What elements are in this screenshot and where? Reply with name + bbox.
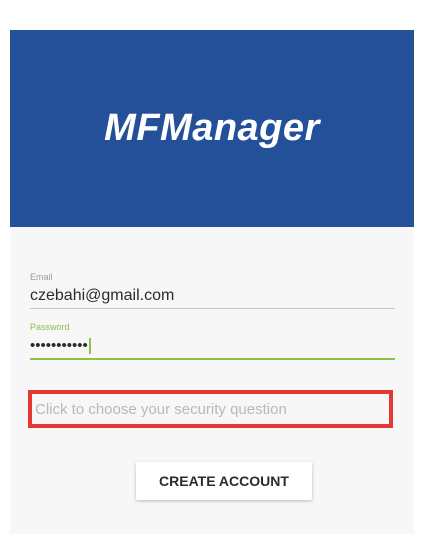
signup-form: Email czebahi@gmail.com Password •••••••… — [10, 227, 414, 534]
status-bar — [10, 0, 414, 30]
email-field[interactable]: Email czebahi@gmail.com — [30, 271, 395, 309]
text-cursor — [88, 338, 91, 355]
security-question-placeholder: Click to choose your security question — [35, 400, 287, 418]
password-value: ••••••••••• — [30, 337, 88, 354]
create-account-button[interactable]: CREATE ACCOUNT — [136, 462, 312, 500]
password-input[interactable]: ••••••••••• — [30, 335, 395, 357]
app-title: MFManager — [104, 107, 320, 149]
security-question-selector[interactable]: Click to choose your security question — [28, 390, 393, 428]
email-value[interactable]: czebahi@gmail.com — [30, 285, 395, 307]
app-header: MFManager — [10, 30, 414, 227]
email-underline — [30, 308, 395, 309]
email-label: Email — [30, 272, 53, 282]
password-label: Password — [30, 322, 70, 332]
screen: MFManager Email czebahi@gmail.com Passwo… — [0, 0, 423, 534]
password-field[interactable]: Password ••••••••••• — [30, 321, 395, 360]
password-underline — [30, 358, 395, 360]
